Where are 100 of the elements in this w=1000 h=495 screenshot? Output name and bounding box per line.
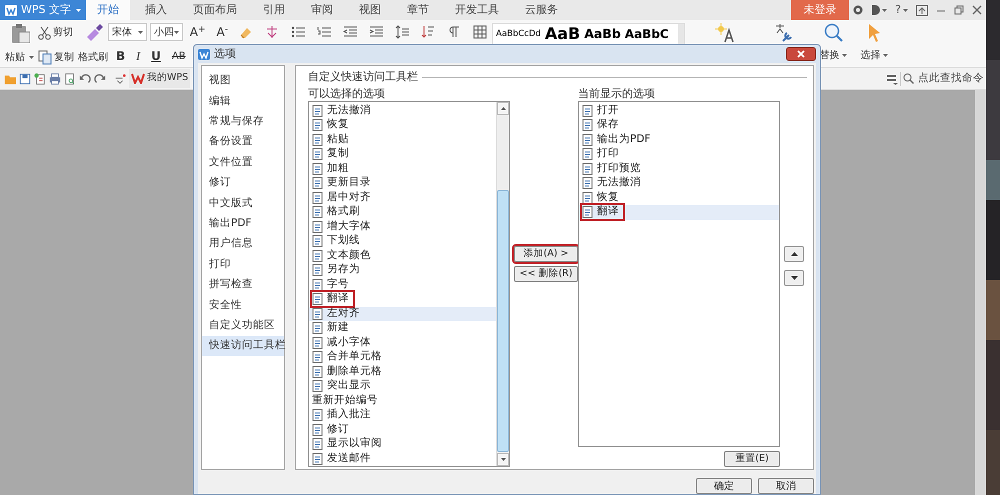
style-sample[interactable]: AaB	[544, 26, 582, 42]
move-up-button[interactable]	[784, 246, 804, 262]
nav-item[interactable]: 文件位置	[202, 152, 284, 173]
list-item[interactable]: 突出显示	[309, 379, 496, 394]
style-sample[interactable]: AaBbC	[624, 28, 670, 40]
list-item[interactable]: 打印预览	[579, 162, 779, 176]
customize-button[interactable]	[114, 72, 126, 84]
cut-button[interactable]: 剪切	[38, 25, 73, 40]
list-item[interactable]: 翻译	[309, 292, 496, 306]
format-painter-button[interactable]: 格式刷	[78, 23, 108, 65]
list-item[interactable]: 显示以审阅	[309, 437, 496, 452]
paste-button[interactable]: 粘贴	[5, 23, 34, 65]
add-button[interactable]: 添加(A) >	[514, 246, 578, 262]
italic-button[interactable]: I	[132, 47, 144, 65]
scrollbar[interactable]	[496, 102, 509, 466]
reset-button[interactable]: 重置(E)	[724, 450, 780, 466]
list-item[interactable]: 复制	[309, 147, 496, 162]
ribbon-tab[interactable]: 审阅	[300, 0, 344, 20]
close-button[interactable]	[786, 47, 816, 61]
gallery-scrollbar[interactable]	[678, 24, 684, 44]
nav-item[interactable]: 编辑	[202, 91, 284, 112]
list-item[interactable]: 重新开始编号	[309, 394, 496, 408]
font-size-button[interactable]: A$^{-}$	[212, 23, 232, 41]
ribbon-tab[interactable]: 开始	[86, 0, 130, 20]
cancel-button[interactable]: 取消	[758, 478, 814, 494]
list-item[interactable]: 下划线	[309, 234, 496, 248]
list-item[interactable]: 恢复	[309, 118, 496, 132]
list-item[interactable]: 更新目录	[309, 176, 496, 190]
list-item[interactable]: 另存为	[309, 263, 496, 278]
nav-item[interactable]: 安全性	[202, 295, 284, 316]
printer-button[interactable]	[49, 72, 61, 84]
undo-button[interactable]	[79, 72, 91, 84]
command-search-field[interactable]: 点此查找命令	[903, 70, 986, 86]
down-arrow-icon[interactable]	[500, 458, 506, 460]
ribbon-tab[interactable]: 章节	[396, 0, 440, 20]
list-item[interactable]: 修订	[309, 422, 496, 437]
nav-item[interactable]: 修订	[202, 172, 284, 194]
ok-button[interactable]: 确定	[696, 478, 752, 494]
list-item[interactable]: 粘贴	[309, 132, 496, 147]
nav-item[interactable]: 自定义功能区	[202, 316, 284, 336]
save-button[interactable]	[19, 72, 31, 84]
list-item[interactable]: 减小字体	[309, 336, 496, 350]
nav-item[interactable]: 视图	[202, 71, 284, 92]
print-preview-button[interactable]	[64, 72, 76, 84]
list-item[interactable]: 居中对齐	[309, 190, 496, 205]
nav-item[interactable]: 打印	[202, 254, 284, 275]
ribbon-tab[interactable]: 页面布局	[182, 0, 248, 20]
list-item[interactable]: 格式刷	[309, 205, 496, 220]
ribbon-tab[interactable]: 视图	[348, 0, 392, 20]
ribbon-tab[interactable]: 插入	[134, 0, 178, 20]
select-button[interactable]: 选择	[860, 48, 888, 63]
nav-item[interactable]: 中文版式	[202, 193, 284, 214]
list-item[interactable]: 新建	[309, 321, 496, 336]
list-item[interactable]: 无法撤消	[579, 176, 779, 190]
remove-button[interactable]: << 删除(R)	[514, 266, 578, 282]
scrollbar[interactable]	[975, 90, 986, 495]
ribbon-options-button[interactable]	[886, 72, 898, 84]
move-down-button[interactable]	[784, 270, 804, 286]
bold-button[interactable]: B	[112, 47, 130, 65]
up-arrow-icon[interactable]	[500, 106, 506, 110]
list-item[interactable]: 文本颜色	[309, 248, 496, 263]
underline-button[interactable]: U	[147, 47, 165, 65]
list-item[interactable]: 翻译	[579, 205, 779, 220]
ribbon-tab[interactable]: 引用	[252, 0, 296, 20]
nav-item[interactable]: 输出PDF	[202, 214, 284, 234]
list-item[interactable]: 恢复	[579, 190, 779, 205]
font-size-field[interactable]: 小四	[150, 23, 183, 41]
style-sample[interactable]: AaBb	[583, 28, 622, 40]
font-name-field[interactable]: 宋体	[108, 23, 147, 41]
strike-button[interactable]: AB	[168, 48, 190, 64]
list-item[interactable]: 打开	[579, 104, 779, 118]
list-item[interactable]: 合并单元格	[309, 350, 496, 364]
nav-item[interactable]: 快速访问工具栏	[202, 336, 284, 356]
nav-item[interactable]: 备份设置	[202, 132, 284, 153]
redo-button[interactable]	[94, 72, 106, 84]
ribbon-tab[interactable]: 云服务	[514, 0, 569, 20]
list-item[interactable]: 保存	[579, 118, 779, 132]
nav-item[interactable]: 用户信息	[202, 234, 284, 255]
font-size-button[interactable]: A$^{+}$	[186, 23, 210, 41]
nav-item[interactable]: 常规与保存	[202, 112, 284, 132]
my-wps-button[interactable]: 我的WPS	[129, 69, 190, 88]
list-item[interactable]: 插入批注	[309, 408, 496, 422]
list-item[interactable]: 加粗	[309, 162, 496, 176]
replace-button[interactable]: 替换	[820, 48, 846, 63]
pdf-button[interactable]	[34, 72, 46, 84]
list-item[interactable]: 发送邮件	[309, 452, 496, 466]
copy-button[interactable]: 复制	[38, 50, 74, 65]
list-item[interactable]: 无法撤消	[309, 104, 496, 118]
ribbon-tab[interactable]: 开发工具	[444, 0, 510, 20]
list-item[interactable]: 删除单元格	[309, 364, 496, 379]
list-item[interactable]: 增大字体	[309, 220, 496, 234]
scrollbar-thumb[interactable]	[497, 190, 509, 452]
style-sample[interactable]: AaBbCcDd	[495, 30, 542, 38]
help-button[interactable]: ?	[891, 0, 912, 20]
list-item[interactable]: 左对齐	[309, 306, 496, 321]
nav-item[interactable]: 拼写检查	[202, 274, 284, 296]
app-menu-button[interactable]: WPS 文字	[0, 0, 86, 20]
list-item[interactable]: 输出为PDF	[579, 132, 779, 147]
list-item[interactable]: 字号	[309, 278, 496, 292]
list-item[interactable]: 打印	[579, 147, 779, 162]
